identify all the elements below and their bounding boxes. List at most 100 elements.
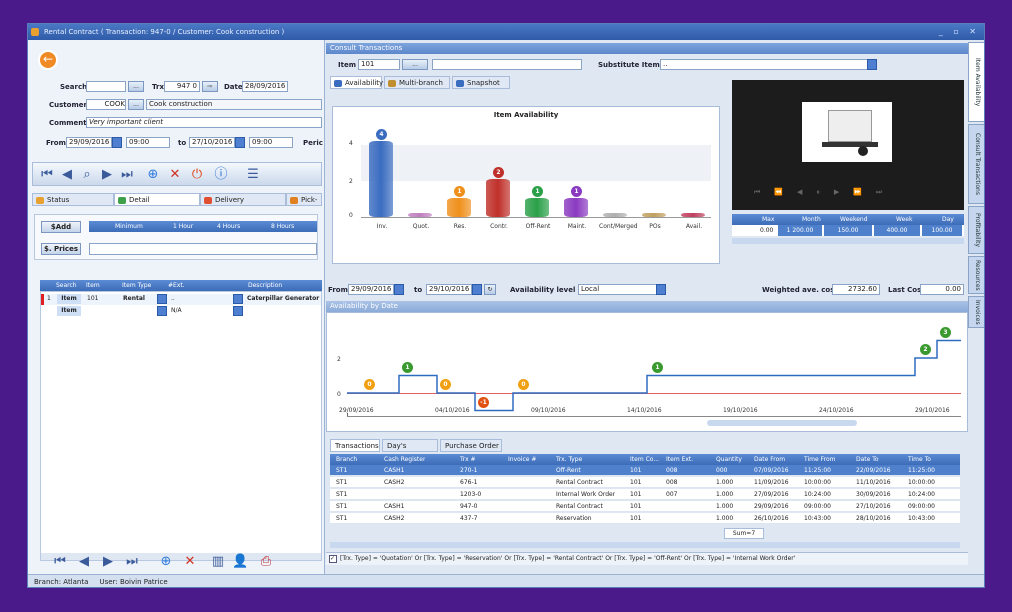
trx-field[interactable]: 947 0 bbox=[164, 81, 200, 92]
table-row[interactable]: Item N/A bbox=[41, 306, 321, 317]
row-search-cell[interactable]: Item bbox=[57, 306, 81, 316]
from-time-field[interactable]: 09:00 bbox=[126, 137, 170, 148]
column-header[interactable]: Item Co... bbox=[630, 454, 659, 465]
side-tab-profitability[interactable]: Profitability bbox=[968, 206, 984, 254]
type-dropdown[interactable] bbox=[157, 294, 167, 304]
side-tab-resources[interactable]: Resources bbox=[968, 256, 984, 294]
comment-field[interactable]: Very important client bbox=[86, 117, 322, 128]
table-row[interactable]: ST1 CASH1 947-0 Rental Contract 101 1.000 29/0… bbox=[330, 501, 960, 512]
previous-record-icon[interactable]: ◀ bbox=[59, 167, 75, 183]
item-search-button[interactable]: ... bbox=[402, 59, 428, 70]
tab-multi-branch[interactable]: Multi-branch bbox=[384, 76, 450, 89]
substitute-dropdown[interactable] bbox=[867, 59, 877, 70]
delete-icon[interactable]: ✕ bbox=[182, 554, 198, 570]
trx-button[interactable]: ⇨ bbox=[202, 81, 218, 92]
side-tab-consult-transactions[interactable]: Consult Transactions bbox=[968, 124, 984, 204]
avail-to-dropdown[interactable] bbox=[472, 284, 482, 295]
column-header[interactable]: Item Ext. bbox=[666, 454, 693, 465]
tab-days-conflicts[interactable]: Day's conflicts bbox=[382, 439, 438, 463]
row-description-cell[interactable]: Caterpillar Generator X bbox=[247, 294, 321, 304]
user-icon[interactable]: 👤 bbox=[232, 554, 248, 570]
table-row[interactable]: ST1 1203-0 Internal Work Order 101 007 1.000 2… bbox=[330, 489, 960, 500]
ext-dropdown[interactable] bbox=[233, 294, 243, 304]
back-arrow-icon[interactable]: ← bbox=[38, 50, 58, 70]
column-header[interactable]: Time To bbox=[908, 454, 931, 465]
type-dropdown[interactable] bbox=[157, 306, 167, 316]
delete-icon[interactable]: ✕ bbox=[167, 167, 183, 183]
column-header[interactable]: Time From bbox=[804, 454, 835, 465]
range-scrollbar[interactable] bbox=[707, 420, 857, 426]
info-icon[interactable]: ⓘ bbox=[213, 167, 229, 183]
search-input[interactable] bbox=[86, 81, 126, 92]
row-search-cell[interactable]: Item bbox=[57, 294, 81, 304]
table-row[interactable]: ST1 CASH1 270-1 Off-Rent 101 008 000 07/09/2016… bbox=[330, 465, 960, 476]
table-row[interactable]: ST1 CASH2 676-1 Rental Contract 101 008 1.000 1… bbox=[330, 477, 960, 488]
tab-pick[interactable]: Pick- bbox=[286, 193, 322, 206]
tab-transactions[interactable]: Transactions bbox=[330, 439, 380, 452]
avail-to-field[interactable]: 29/10/2016 bbox=[426, 284, 472, 295]
prices-button[interactable]: $. Prices bbox=[41, 243, 81, 255]
rate-values[interactable]: 0.00 1 200.00 150.00 400.00 100.00 bbox=[732, 225, 964, 236]
column-header[interactable]: Date To bbox=[856, 454, 879, 465]
from-date-field[interactable]: 29/09/2016 bbox=[66, 137, 112, 148]
tab-status[interactable]: Status bbox=[32, 193, 114, 206]
add-button[interactable]: $Add bbox=[41, 221, 81, 233]
column-header[interactable]: Invoice # bbox=[508, 454, 536, 465]
row-ext-cell[interactable]: N/A bbox=[171, 306, 182, 316]
column-header[interactable]: Date From bbox=[754, 454, 785, 465]
add-icon[interactable]: ⊕ bbox=[145, 167, 161, 183]
avail-from-field[interactable]: 29/09/2016 bbox=[348, 284, 394, 295]
customer-search-button[interactable]: ... bbox=[128, 99, 144, 110]
next-record-icon[interactable]: ▶ bbox=[99, 167, 115, 183]
side-tab-invoices[interactable]: Invoices bbox=[968, 296, 984, 328]
first-record-icon[interactable]: ⏮ bbox=[52, 554, 68, 570]
barcode-icon[interactable]: ▥ bbox=[210, 554, 226, 570]
column-header[interactable]: Trx # bbox=[460, 454, 476, 465]
tab-delivery[interactable]: Delivery bbox=[200, 193, 286, 206]
window-controls[interactable]: _ ▫ ✕ bbox=[939, 24, 980, 40]
transactions-scrollbar[interactable] bbox=[330, 542, 960, 548]
from-date-dropdown[interactable] bbox=[112, 137, 122, 148]
table-row[interactable]: ST1 CASH2 437-7 Reservation 101 1.000 26/10/20… bbox=[330, 513, 960, 524]
next-record-icon[interactable]: ▶ bbox=[100, 554, 116, 570]
row-type-cell[interactable]: Rental bbox=[123, 294, 145, 304]
tab-purchase-order[interactable]: Purchase Order bbox=[440, 439, 502, 452]
to-date-field[interactable]: 27/10/2016 bbox=[189, 137, 235, 148]
column-header[interactable]: Trx. Type bbox=[556, 454, 582, 465]
column-header[interactable]: Cash Register bbox=[384, 454, 425, 465]
rate-scrollbar[interactable] bbox=[732, 238, 964, 244]
tab-snapshot[interactable]: Snapshot bbox=[452, 76, 510, 89]
refresh-button[interactable]: ↻ bbox=[484, 284, 496, 295]
media-controls[interactable]: ⏮⏪◀⏸▶⏩⏭ bbox=[754, 188, 944, 198]
row-item-cell[interactable]: 101 bbox=[87, 294, 98, 304]
date-field[interactable]: 28/09/2016 bbox=[242, 81, 288, 92]
avail-from-dropdown[interactable] bbox=[394, 284, 404, 295]
rate-values-row[interactable] bbox=[89, 243, 317, 255]
tab-detail[interactable]: Detail bbox=[114, 193, 200, 206]
to-date-dropdown[interactable] bbox=[235, 137, 245, 148]
filter-checkbox[interactable]: ✓ bbox=[329, 555, 337, 563]
add-icon[interactable]: ⊕ bbox=[158, 554, 174, 570]
first-record-icon[interactable]: ⏮ bbox=[39, 167, 55, 183]
column-header[interactable]: Quantity bbox=[716, 454, 742, 465]
search-button[interactable]: ... bbox=[128, 81, 144, 92]
ext-dropdown[interactable] bbox=[233, 306, 243, 316]
last-record-icon[interactable]: ⏭ bbox=[124, 554, 140, 570]
item-field[interactable]: 101 bbox=[358, 59, 400, 70]
row-ext-cell[interactable]: .. bbox=[171, 294, 175, 304]
tab-availability[interactable]: Availability bbox=[330, 76, 383, 89]
column-header[interactable]: Branch bbox=[336, 454, 357, 465]
substitute-select[interactable]: .. bbox=[660, 59, 870, 70]
to-time-field[interactable]: 09:00 bbox=[249, 137, 293, 148]
level-select[interactable]: Local bbox=[578, 284, 658, 295]
previous-record-icon[interactable]: ◀ bbox=[76, 554, 92, 570]
last-record-icon[interactable]: ⏭ bbox=[119, 167, 135, 183]
binoculars-icon[interactable]: ⌕ bbox=[79, 167, 95, 183]
table-row[interactable]: 1 Item 101 Rental .. Caterpillar Generat… bbox=[41, 294, 321, 305]
level-dropdown[interactable] bbox=[656, 284, 666, 295]
print-icon[interactable]: ⎙ bbox=[258, 554, 274, 570]
list-icon[interactable]: ☰ bbox=[245, 167, 261, 183]
customer-code-field[interactable]: COOK bbox=[86, 99, 126, 110]
power-icon[interactable]: ⏻ bbox=[189, 167, 205, 183]
side-tab-item-availability[interactable]: Item Availability bbox=[968, 42, 984, 122]
